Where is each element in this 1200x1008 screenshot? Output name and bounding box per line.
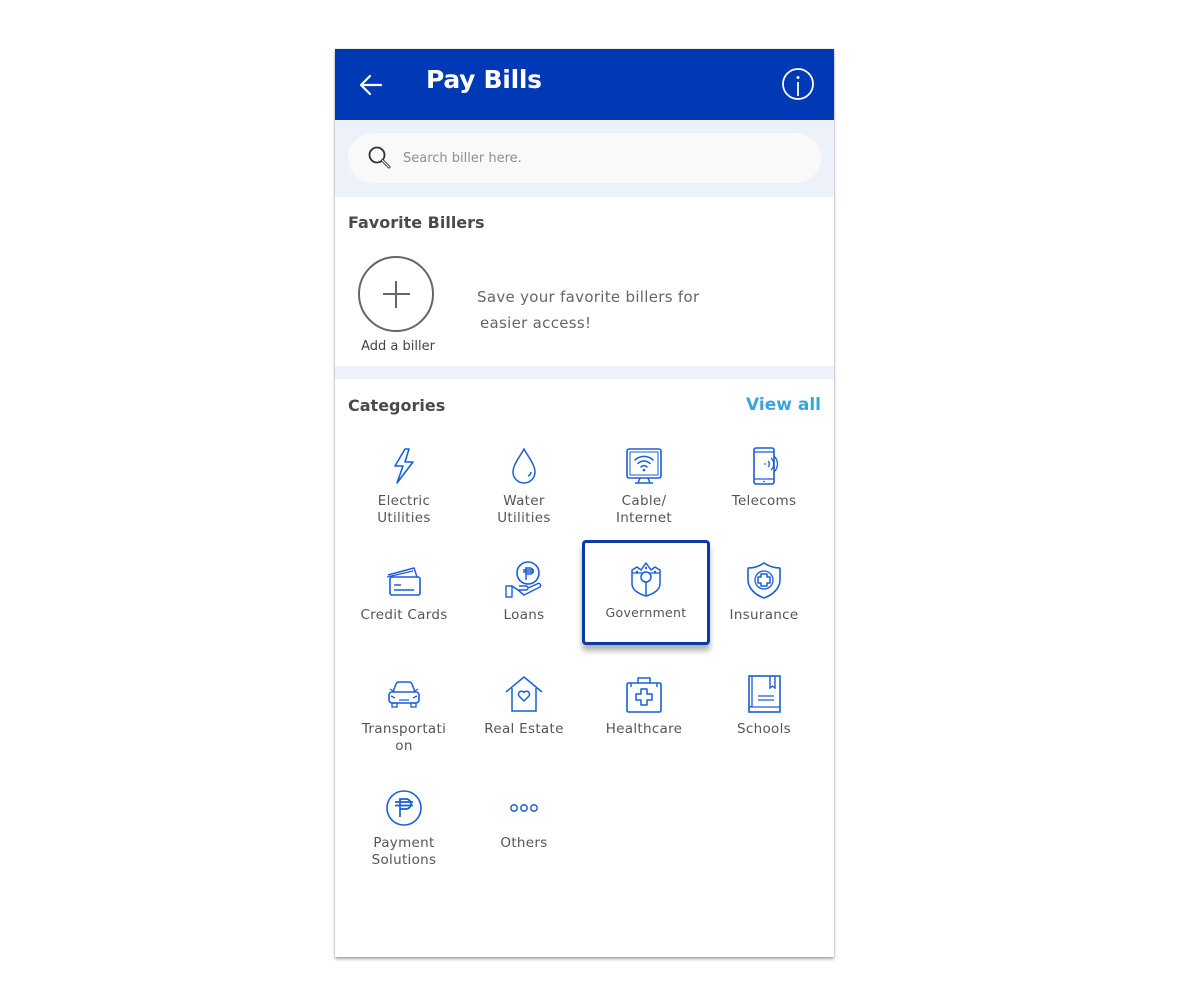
category-label: Electric — [377, 493, 431, 509]
medical-kit-icon — [626, 677, 662, 713]
section-divider — [335, 366, 834, 379]
category-label: Transportati — [361, 721, 447, 737]
search-bar-area — [335, 120, 834, 197]
government-shield-icon — [631, 562, 661, 597]
categories-section: Categories View all Electric Utilities Wa… — [335, 379, 834, 957]
category-label: Water — [503, 493, 545, 509]
shield-plus-icon — [747, 562, 781, 599]
add-biller-button[interactable]: Add a biller — [357, 256, 435, 354]
house-heart-icon — [505, 676, 543, 712]
book-icon — [748, 675, 781, 713]
category-cable-internet[interactable]: Cable/Internet — [584, 446, 704, 527]
credit-card-icon — [386, 567, 421, 596]
favorite-billers-title: Favorite Billers — [348, 213, 485, 232]
category-label: Utilities — [497, 510, 551, 526]
mobile-phone-icon — [753, 447, 779, 485]
category-real-estate[interactable]: Real Estate — [464, 674, 584, 738]
lightning-icon — [394, 448, 414, 484]
pay-bills-screen: Pay Bills Favorite Billers Add a biller — [335, 49, 834, 957]
category-label: Insurance — [729, 607, 799, 623]
category-label: Solutions — [371, 852, 437, 868]
category-label: Government — [605, 605, 687, 620]
view-all-link[interactable]: View all — [746, 395, 821, 415]
add-biller-label: Add a biller — [361, 339, 435, 354]
category-schools[interactable]: Schools — [704, 674, 824, 738]
category-government[interactable]: Government — [582, 540, 710, 645]
info-icon — [782, 68, 814, 100]
category-telecoms[interactable]: Telecoms — [704, 446, 824, 510]
water-drop-icon — [512, 447, 536, 484]
info-button[interactable] — [781, 67, 815, 101]
category-label: Others — [500, 835, 548, 851]
favorite-billers-section: Favorite Billers Add a biller Save your … — [335, 197, 834, 366]
search-box[interactable] — [348, 133, 821, 183]
category-loans[interactable]: Loans — [464, 560, 584, 624]
category-others[interactable]: Others — [464, 788, 584, 852]
car-icon — [388, 681, 420, 708]
search-input[interactable] — [401, 149, 785, 167]
category-label: Cable/ — [621, 493, 667, 509]
category-transportation[interactable]: Transportati on — [344, 674, 464, 755]
more-dots-icon — [510, 804, 538, 812]
category-label: Payment — [373, 835, 435, 851]
category-label: Schools — [737, 721, 791, 737]
search-icon — [368, 146, 391, 169]
page-title: Pay Bills — [426, 65, 542, 94]
hand-coin-icon — [505, 561, 542, 598]
categories-title: Categories — [348, 396, 446, 415]
app-bar: Pay Bills — [335, 49, 834, 120]
category-healthcare[interactable]: Healthcare — [584, 674, 704, 738]
category-credit-cards[interactable]: Credit Cards — [344, 560, 464, 624]
favorites-message-line2: easier access! — [480, 314, 592, 332]
category-water-utilities[interactable]: Water Utilities — [464, 446, 584, 527]
category-insurance[interactable]: Insurance — [704, 560, 824, 624]
category-label: Credit Cards — [360, 607, 448, 623]
favorites-message-line1: Save your favorite billers for — [477, 288, 700, 306]
category-label: Loans — [503, 607, 545, 623]
back-button[interactable] — [357, 71, 385, 99]
arrow-left-icon — [359, 74, 383, 96]
category-label: on — [395, 738, 413, 754]
category-label: Internet — [615, 510, 672, 526]
plus-icon — [358, 256, 434, 332]
category-label: Telecoms — [731, 493, 797, 509]
category-label: Real Estate — [484, 721, 564, 737]
peso-coin-icon — [386, 790, 422, 826]
favorites-empty-message: Save your favorite billers for easier ac… — [477, 284, 757, 336]
category-payment-solutions[interactable]: Payment Solutions — [344, 788, 464, 869]
wifi-monitor-icon — [626, 448, 662, 484]
category-electric-utilities[interactable]: Electric Utilities — [344, 446, 464, 527]
category-label: Utilities — [377, 510, 431, 526]
category-label: Healthcare — [605, 721, 683, 737]
